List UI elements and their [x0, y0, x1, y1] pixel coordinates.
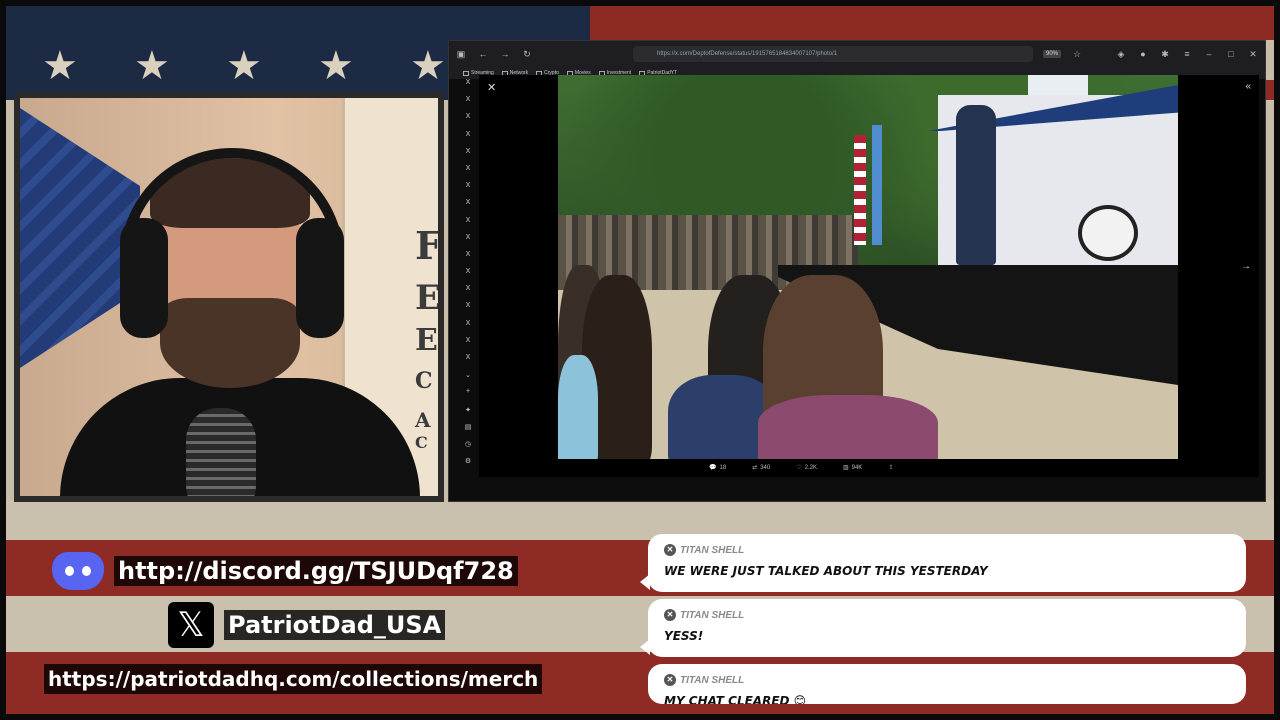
x-tab-icon[interactable]: X: [459, 302, 477, 319]
browser-toolbar: ▣ ← → ↻ https://x.com/DeptofDefense/stat…: [449, 41, 1265, 67]
bookmark-star-icon[interactable]: ☆: [1071, 49, 1083, 60]
blue-flag: [872, 125, 882, 245]
x-tab-icon[interactable]: X: [459, 199, 477, 216]
collapse-icon[interactable]: «: [1245, 81, 1251, 92]
x-tab-icon[interactable]: X: [459, 96, 477, 113]
microphone: [186, 408, 256, 496]
chat-message: ✕ TITAN SHELL MY CHAT CLEARED 😊: [648, 664, 1246, 704]
chat-message: ✕ TITAN SHELL YESS!: [640, 599, 1246, 657]
streamer: [60, 148, 420, 496]
tab-sidebar: X X X X X X X X X X X X X X X X X ⌄ + ✦ …: [459, 79, 477, 479]
like-button[interactable]: ♡ 2.2K: [796, 464, 817, 472]
webcam-feed: F E E C A C: [14, 92, 444, 502]
chat-username: ✕ TITAN SHELL: [664, 674, 744, 686]
close-window-icon[interactable]: ✕: [1247, 49, 1259, 60]
chat-username: ✕ TITAN SHELL: [664, 609, 744, 621]
ai-icon[interactable]: ✦: [459, 406, 477, 423]
maximize-icon[interactable]: □: [1225, 49, 1237, 59]
x-handle: PatriotDad_USA: [224, 610, 446, 640]
x-tab-icon[interactable]: X: [459, 251, 477, 268]
star-icon: ★: [134, 44, 170, 88]
menu-icon[interactable]: ≡: [1181, 49, 1193, 59]
repost-button[interactable]: ⇄ 340: [752, 464, 770, 472]
poster-letter: A: [415, 408, 431, 432]
reload-icon[interactable]: ↻: [521, 49, 533, 60]
tweet-actions: 💬 18 ⇄ 340 ♡ 2.2K ▥ 94K ⇪: [709, 464, 893, 472]
speaker-person: [956, 105, 996, 265]
clipboard-icon[interactable]: ▤: [459, 423, 477, 440]
x-tab-icon[interactable]: X: [459, 234, 477, 251]
reply-button[interactable]: 💬 18: [709, 464, 726, 472]
poster-letter: E: [415, 323, 438, 358]
history-icon[interactable]: ◷: [459, 440, 477, 457]
star-icon: ★: [318, 44, 354, 88]
forward-icon[interactable]: →: [499, 49, 511, 59]
merch-link: https://patriotdadhq.com/collections/mer…: [44, 664, 543, 694]
x-tab-icon[interactable]: X: [459, 113, 477, 130]
share-button[interactable]: ⇪: [888, 464, 893, 471]
x-tab-icon[interactable]: X: [459, 148, 477, 165]
views-button[interactable]: ▥ 94K: [842, 464, 862, 472]
next-arrow-icon[interactable]: →: [1241, 261, 1251, 272]
x-tab-icon[interactable]: X: [459, 285, 477, 302]
sidebar-toggle-icon[interactable]: ▣: [455, 49, 467, 60]
x-tab-icon[interactable]: X: [459, 165, 477, 182]
settings-icon[interactable]: ⚙: [459, 457, 477, 474]
poster-letter: C: [415, 368, 433, 394]
views-icon: ▥: [842, 465, 849, 471]
minimize-icon[interactable]: –: [1203, 49, 1215, 59]
x-tab-icon[interactable]: X: [459, 79, 477, 96]
discord-icon: [52, 552, 104, 590]
poster-letter: F: [415, 223, 442, 268]
x-tab-icon[interactable]: X: [459, 182, 477, 199]
us-flag: [854, 135, 866, 245]
x-tab-icon[interactable]: X: [459, 337, 477, 354]
close-icon: ✕: [664, 609, 676, 621]
folder-icon: [463, 70, 469, 76]
comment-icon: 💬: [709, 465, 717, 471]
merch-row: https://patriotdadhq.com/collections/mer…: [44, 664, 543, 694]
close-icon: ✕: [664, 674, 676, 686]
browser-window: ▣ ← → ↻ https://x.com/DeptofDefense/stat…: [448, 40, 1266, 502]
chat-text: WE WERE JUST TALKED ABOUT THIS YESTERDAY: [664, 564, 988, 578]
x-tab-icon[interactable]: X: [459, 217, 477, 234]
share-icon: ⇪: [888, 465, 894, 471]
star-icon: ★: [410, 44, 446, 88]
chat-message: ✕ TITAN SHELL WE WERE JUST TALKED ABOUT T…: [640, 534, 1246, 592]
chat-username: ✕ TITAN SHELL: [664, 544, 744, 556]
tweet-photo[interactable]: [558, 75, 1178, 459]
chat-text: MY CHAT CLEARED 😊: [664, 694, 807, 704]
heart-icon: ♡: [796, 465, 802, 471]
chevron-down-icon[interactable]: ⌄: [459, 371, 477, 388]
photo-viewer: ✕ « → 💬 18 ⇄ 340 ♡ 2.2K ▥ 94K ⇪: [479, 75, 1259, 477]
shield-icon[interactable]: ◈: [1115, 49, 1127, 60]
close-icon: ✕: [664, 544, 676, 556]
x-tab-icon[interactable]: X: [459, 320, 477, 337]
poster-letter: C: [415, 433, 428, 452]
discord-link: http://discord.gg/TSJUDqf728: [114, 556, 518, 586]
x-tab-icon[interactable]: X: [459, 354, 477, 371]
zoom-level[interactable]: 90%: [1043, 50, 1062, 58]
back-icon[interactable]: ←: [477, 49, 489, 59]
address-bar[interactable]: https://x.com/DeptofDefense/status/19157…: [633, 46, 1033, 62]
extensions-icon[interactable]: ✱: [1159, 49, 1171, 60]
poster-letter: E: [415, 278, 441, 318]
x-logo-icon: 𝕏: [168, 602, 214, 648]
star-icon: ★: [42, 44, 78, 88]
account-icon[interactable]: ●: [1137, 49, 1149, 59]
x-row: 𝕏 PatriotDad_USA: [168, 602, 446, 648]
star-icon: ★: [226, 44, 262, 88]
drum-kit: [1078, 205, 1138, 261]
x-tab-icon[interactable]: X: [459, 131, 477, 148]
discord-row: http://discord.gg/TSJUDqf728: [52, 552, 518, 590]
repost-icon: ⇄: [752, 465, 758, 471]
close-icon[interactable]: ✕: [487, 81, 496, 94]
x-tab-icon[interactable]: X: [459, 268, 477, 285]
plus-icon[interactable]: +: [459, 388, 477, 405]
chat-text: YESS!: [664, 629, 704, 643]
